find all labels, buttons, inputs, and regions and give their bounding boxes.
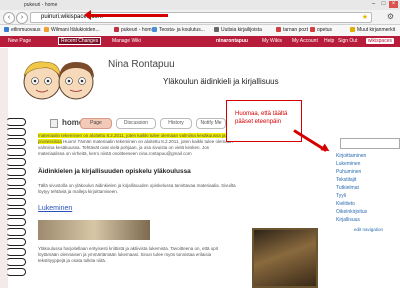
- section-heading: Äidinkielen ja kirjallisuuden opiskelu y…: [38, 168, 191, 175]
- bookmark-icon: [310, 27, 315, 32]
- sidebar-item-tekstilajit[interactable]: Tekstilajit: [336, 177, 356, 183]
- reading-photo: [38, 220, 150, 240]
- bookmark-icon: [214, 27, 219, 32]
- tab-discussion[interactable]: Discussion: [116, 118, 156, 129]
- recent-changes-button[interactable]: Recent Changes: [58, 37, 102, 45]
- bookmark-item[interactable]: etlinmuovaus: [4, 27, 40, 33]
- sidebar-item-puhuminen[interactable]: Puhuminen: [336, 169, 361, 175]
- bookmark-item[interactable]: tarnan pozt: [276, 27, 308, 33]
- star-icon[interactable]: ★: [362, 13, 368, 21]
- search-input[interactable]: [340, 138, 400, 149]
- folder-icon: [350, 27, 355, 32]
- sidebar-item-kirjallisuus[interactable]: Kirjallisuus: [336, 217, 360, 223]
- new-page-button[interactable]: New Page: [8, 38, 31, 44]
- section-text: Tällä sivustolla on yläkoulun äidinkiele…: [38, 183, 236, 194]
- username-link[interactable]: ninarontapuu: [216, 38, 248, 44]
- note-line-2: pääset eteenpäin: [235, 119, 282, 125]
- intro-body: Huom! Tämän materiaalin tekeminen on alo…: [38, 139, 233, 156]
- manage-wiki-button[interactable]: Manage Wiki: [112, 38, 141, 44]
- wiki-toolbar: New Page Recent Changes Manage Wiki nina…: [0, 36, 400, 47]
- bookmark-icon: [114, 27, 119, 32]
- sign-out-link[interactable]: Sign Out: [338, 38, 357, 44]
- bookmark-item[interactable]: pukeuri - home: [114, 27, 154, 33]
- bottom-text: Yläkoulussa harjoitellaan erityisesti kr…: [38, 246, 219, 263]
- annotation-note: Huomaa, että täältä pääset eteenpäin: [226, 100, 302, 142]
- bookmark-icon: [276, 27, 281, 32]
- bookmark-icon: [4, 27, 9, 32]
- browser-titlebar: pukeuri - home – □ ×: [0, 0, 400, 10]
- sidebar-item-oikeinkirjoitus[interactable]: Oikeinkirjoitus: [336, 209, 367, 215]
- bookmark-item[interactable]: Teosta- ja koulutus...: [152, 27, 205, 33]
- header-faces-image: [23, 61, 94, 100]
- intro-text: materiaalin tekeminen on aloitettu 8.2.2…: [38, 133, 234, 157]
- page-icon: [50, 119, 58, 128]
- tab-notify-me[interactable]: Notify Me: [196, 118, 226, 129]
- maximize-icon[interactable]: □: [379, 1, 388, 8]
- sidebar-item-kirjoittaminen[interactable]: Kirjoittaminen: [336, 153, 366, 159]
- my-wikis-link[interactable]: My Wikis: [262, 38, 282, 44]
- tab-history[interactable]: History: [160, 118, 192, 129]
- wikispaces-logo[interactable]: wikispaces: [365, 38, 394, 44]
- lukeminen-link[interactable]: Lukeminen: [38, 205, 72, 212]
- sidebar-item-tyyli[interactable]: Tyyli: [336, 193, 346, 199]
- help-link[interactable]: Help: [324, 38, 334, 44]
- site-subtitle: Yläkoulun äidinkieli ja kirjallisuus: [163, 77, 279, 86]
- wrench-icon[interactable]: ⚙: [387, 12, 394, 21]
- address-annotation-arrow: [84, 10, 168, 20]
- bookmark-item[interactable]: Uutisia kirjailijoista: [214, 27, 262, 33]
- window-title: pukeuri - home: [24, 2, 58, 8]
- edit-navigation-link[interactable]: edit navigation: [354, 227, 383, 232]
- minimize-icon[interactable]: –: [369, 1, 378, 8]
- tab-page[interactable]: Page: [80, 118, 112, 129]
- bookmark-item[interactable]: Muut kirjanmerkit: [350, 27, 395, 33]
- address-bar[interactable]: puinuri.wikispaces.com ★: [30, 12, 372, 23]
- my-account-link[interactable]: My Account: [292, 38, 318, 44]
- forward-button[interactable]: ›: [16, 12, 28, 24]
- bookmark-icon: [44, 27, 49, 32]
- bookmark-icon: [152, 27, 157, 32]
- back-button[interactable]: ‹: [3, 12, 15, 24]
- sidebar-item-kielitieto[interactable]: Kielitieto: [336, 201, 355, 207]
- site-title: Nina Rontapuu: [108, 59, 175, 70]
- sidebar-item-tutkielmat[interactable]: Tutkielmat: [336, 185, 359, 191]
- sidebar-item-lukeminen[interactable]: Lukeminen: [336, 161, 360, 167]
- spiral-binding: [6, 118, 26, 288]
- bookmark-item[interactable]: opetus: [310, 27, 332, 33]
- address-row: ‹ › puinuri.wikispaces.com ★ ⚙: [0, 10, 400, 25]
- close-icon[interactable]: ×: [389, 1, 398, 8]
- bookmark-item[interactable]: Wilmani Itälukioiden...: [44, 27, 100, 33]
- painting-image: [252, 228, 318, 288]
- note-line-1: Huomaa, että täältä: [235, 111, 288, 117]
